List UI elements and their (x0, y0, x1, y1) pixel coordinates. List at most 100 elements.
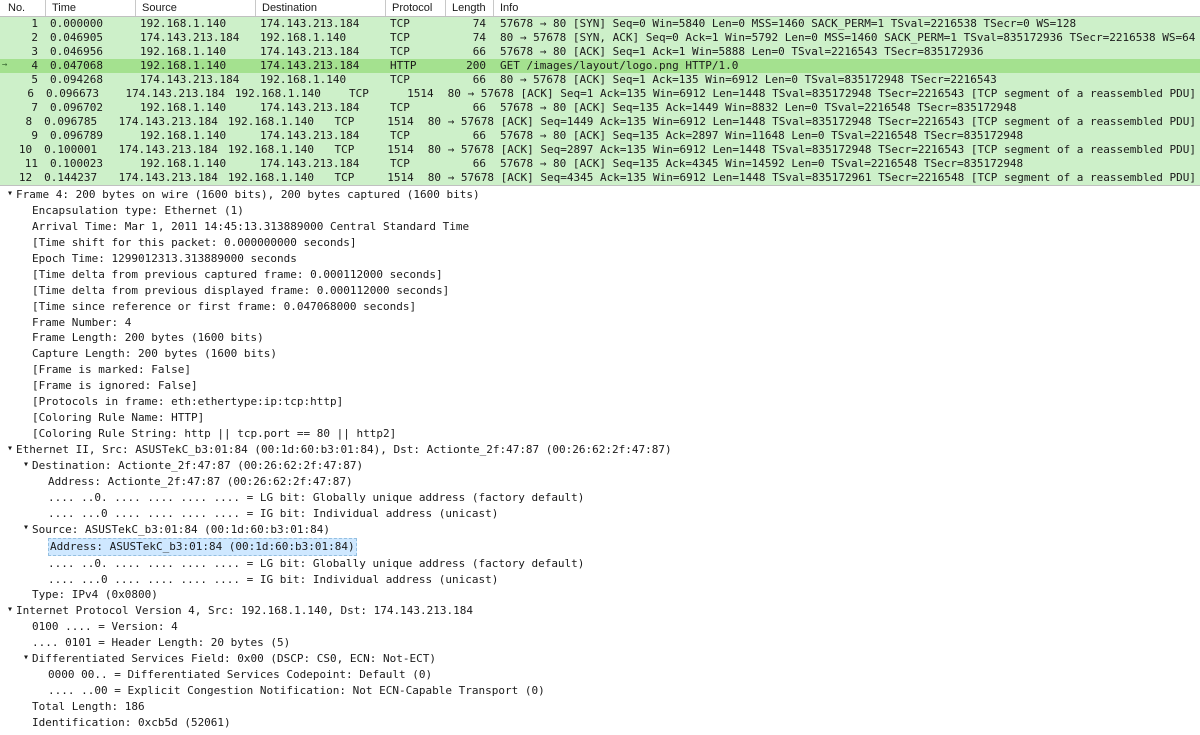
packet-row[interactable]: 10.000000192.168.1.140174.143.213.184TCP… (0, 17, 1200, 31)
cell-source: 192.168.1.140 (134, 45, 254, 59)
detail-line[interactable]: .... ..0. .... .... .... .... = LG bit: … (0, 490, 1200, 506)
detail-line[interactable]: Type: IPv4 (0x0800) (0, 587, 1200, 603)
cell-no: 5 (2, 73, 44, 87)
packet-row[interactable]: 120.144237174.143.213.184192.168.1.140TC… (0, 171, 1200, 185)
detail-line[interactable]: [Time shift for this packet: 0.000000000… (0, 235, 1200, 251)
cell-protocol: TCP (384, 101, 444, 115)
cell-destination: 192.168.1.140 (254, 31, 384, 45)
detail-text: [Time delta from previous captured frame… (32, 267, 443, 283)
cell-destination: 174.143.213.184 (254, 157, 384, 171)
cell-no: 11 (2, 157, 44, 171)
detail-text: .... ..0. .... .... .... .... = LG bit: … (48, 490, 584, 506)
detail-line[interactable]: Frame 4: 200 bytes on wire (1600 bits), … (0, 187, 1200, 203)
packet-row[interactable]: 60.096673174.143.213.184192.168.1.140TCP… (0, 87, 1200, 101)
cell-no: 4 (2, 59, 44, 73)
cell-protocol: TCP (384, 31, 444, 45)
detail-text: Frame Length: 200 bytes (1600 bits) (32, 330, 264, 346)
packet-list-pane: No. Time Source Destination Protocol Len… (0, 0, 1200, 186)
detail-line[interactable]: Arrival Time: Mar 1, 2011 14:45:13.31388… (0, 219, 1200, 235)
detail-text: Destination: Actionte_2f:47:87 (00:26:62… (32, 458, 363, 474)
detail-line[interactable]: [Frame is marked: False] (0, 362, 1200, 378)
detail-line[interactable]: Internet Protocol Version 4, Src: 192.16… (0, 603, 1200, 619)
detail-text: .... ..0. .... .... .... .... = LG bit: … (48, 556, 584, 572)
packet-rows: 10.000000192.168.1.140174.143.213.184TCP… (0, 17, 1200, 185)
detail-line[interactable]: .... ...0 .... .... .... .... = IG bit: … (0, 506, 1200, 522)
detail-line[interactable]: Frame Number: 4 (0, 315, 1200, 331)
detail-line[interactable]: Epoch Time: 1299012313.313889000 seconds (0, 251, 1200, 267)
cell-source: 174.143.213.184 (119, 87, 228, 101)
cell-time: 0.144237 (38, 171, 112, 185)
cell-protocol: TCP (384, 73, 444, 87)
cell-no: 3 (2, 45, 44, 59)
col-header-source[interactable]: Source (136, 0, 256, 16)
detail-line[interactable]: [Coloring Rule Name: HTTP] (0, 410, 1200, 426)
detail-line[interactable]: Source: ASUSTekC_b3:01:84 (00:1d:60:b3:0… (0, 522, 1200, 538)
detail-line[interactable]: Destination: Actionte_2f:47:87 (00:26:62… (0, 458, 1200, 474)
packet-row[interactable]: 90.096789192.168.1.140174.143.213.184TCP… (0, 129, 1200, 143)
cell-info: GET /images/layout/logo.png HTTP/1.0 (494, 59, 1200, 73)
detail-line[interactable]: Frame Length: 200 bytes (1600 bits) (0, 330, 1200, 346)
cell-info: 80 → 57678 [ACK] Seq=2897 Ack=135 Win=69… (422, 143, 1200, 157)
col-header-destination[interactable]: Destination (256, 0, 386, 16)
detail-line[interactable]: [Time since reference or first frame: 0.… (0, 299, 1200, 315)
cell-protocol: TCP (384, 157, 444, 171)
cell-time: 0.046956 (44, 45, 134, 59)
tree-toggle-icon[interactable] (20, 458, 32, 473)
detail-line[interactable]: [Protocols in frame: eth:ethertype:ip:tc… (0, 394, 1200, 410)
detail-text: Arrival Time: Mar 1, 2011 14:45:13.31388… (32, 219, 469, 235)
detail-line[interactable]: .... ..0. .... .... .... .... = LG bit: … (0, 556, 1200, 572)
detail-line[interactable]: Capture Length: 200 bytes (1600 bits) (0, 346, 1200, 362)
cell-destination: 174.143.213.184 (254, 45, 384, 59)
cell-protocol: TCP (329, 143, 379, 157)
detail-line[interactable]: 0100 .... = Version: 4 (0, 619, 1200, 635)
col-header-info[interactable]: Info (494, 0, 1200, 16)
cell-info: 80 → 57678 [ACK] Seq=4345 Ack=135 Win=69… (422, 171, 1200, 185)
detail-line[interactable]: Address: Actionte_2f:47:87 (00:26:62:2f:… (0, 474, 1200, 490)
packet-row[interactable]: 70.096702192.168.1.140174.143.213.184TCP… (0, 101, 1200, 115)
cell-length: 66 (444, 101, 494, 115)
cell-source: 192.168.1.140 (134, 157, 254, 171)
cell-length: 66 (444, 73, 494, 87)
detail-line[interactable]: .... ..00 = Explicit Congestion Notifica… (0, 683, 1200, 699)
packet-row[interactable]: →40.047068192.168.1.140174.143.213.184HT… (0, 59, 1200, 73)
detail-line[interactable]: [Coloring Rule String: http || tcp.port … (0, 426, 1200, 442)
detail-line[interactable]: [Frame is ignored: False] (0, 378, 1200, 394)
packet-row[interactable]: 50.094268174.143.213.184192.168.1.140TCP… (0, 73, 1200, 87)
cell-time: 0.096702 (44, 101, 134, 115)
col-header-no[interactable]: No. (2, 0, 46, 16)
tree-toggle-icon[interactable] (20, 651, 32, 666)
tree-toggle-icon[interactable] (4, 603, 16, 618)
detail-line[interactable]: Identification: 0xcb5d (52061) (0, 715, 1200, 731)
tree-toggle-icon[interactable] (4, 442, 16, 457)
detail-text: Address: ASUSTekC_b3:01:84 (00:1d:60:b3:… (48, 538, 357, 556)
detail-line[interactable]: .... ...0 .... .... .... .... = IG bit: … (0, 572, 1200, 588)
detail-line[interactable]: Ethernet II, Src: ASUSTekC_b3:01:84 (00:… (0, 442, 1200, 458)
cell-source: 174.143.213.184 (113, 143, 222, 157)
tree-toggle-icon[interactable] (20, 521, 32, 536)
cell-time: 0.094268 (44, 73, 134, 87)
detail-line[interactable]: [Time delta from previous captured frame… (0, 267, 1200, 283)
detail-line[interactable]: 0000 00.. = Differentiated Services Code… (0, 667, 1200, 683)
col-header-length[interactable]: Length (446, 0, 494, 16)
packet-row[interactable]: 100.100001174.143.213.184192.168.1.140TC… (0, 143, 1200, 157)
cell-destination: 174.143.213.184 (254, 59, 384, 73)
packet-row[interactable]: 30.046956192.168.1.140174.143.213.184TCP… (0, 45, 1200, 59)
col-header-time[interactable]: Time (46, 0, 136, 16)
detail-line[interactable]: Address: ASUSTekC_b3:01:84 (00:1d:60:b3:… (0, 538, 1200, 556)
cell-length: 74 (444, 31, 494, 45)
packet-row[interactable]: 20.046905174.143.213.184192.168.1.140TCP… (0, 31, 1200, 45)
detail-text: Identification: 0xcb5d (52061) (32, 715, 231, 731)
detail-line[interactable]: .... 0101 = Header Length: 20 bytes (5) (0, 635, 1200, 651)
packet-row[interactable]: 80.096785174.143.213.184192.168.1.140TCP… (0, 115, 1200, 129)
detail-text: Encapsulation type: Ethernet (1) (32, 203, 244, 219)
cell-destination: 192.168.1.140 (229, 87, 343, 101)
detail-line[interactable]: Encapsulation type: Ethernet (1) (0, 203, 1200, 219)
detail-line[interactable]: Total Length: 186 (0, 699, 1200, 715)
detail-line[interactable]: [Time delta from previous displayed fram… (0, 283, 1200, 299)
cell-info: 80 → 57678 [ACK] Seq=1 Ack=135 Win=6912 … (442, 87, 1200, 101)
col-header-protocol[interactable]: Protocol (386, 0, 446, 16)
packet-row[interactable]: 110.100023192.168.1.140174.143.213.184TC… (0, 157, 1200, 171)
detail-text: Frame Number: 4 (32, 315, 131, 331)
tree-toggle-icon[interactable] (4, 187, 16, 202)
detail-line[interactable]: Differentiated Services Field: 0x00 (DSC… (0, 651, 1200, 667)
